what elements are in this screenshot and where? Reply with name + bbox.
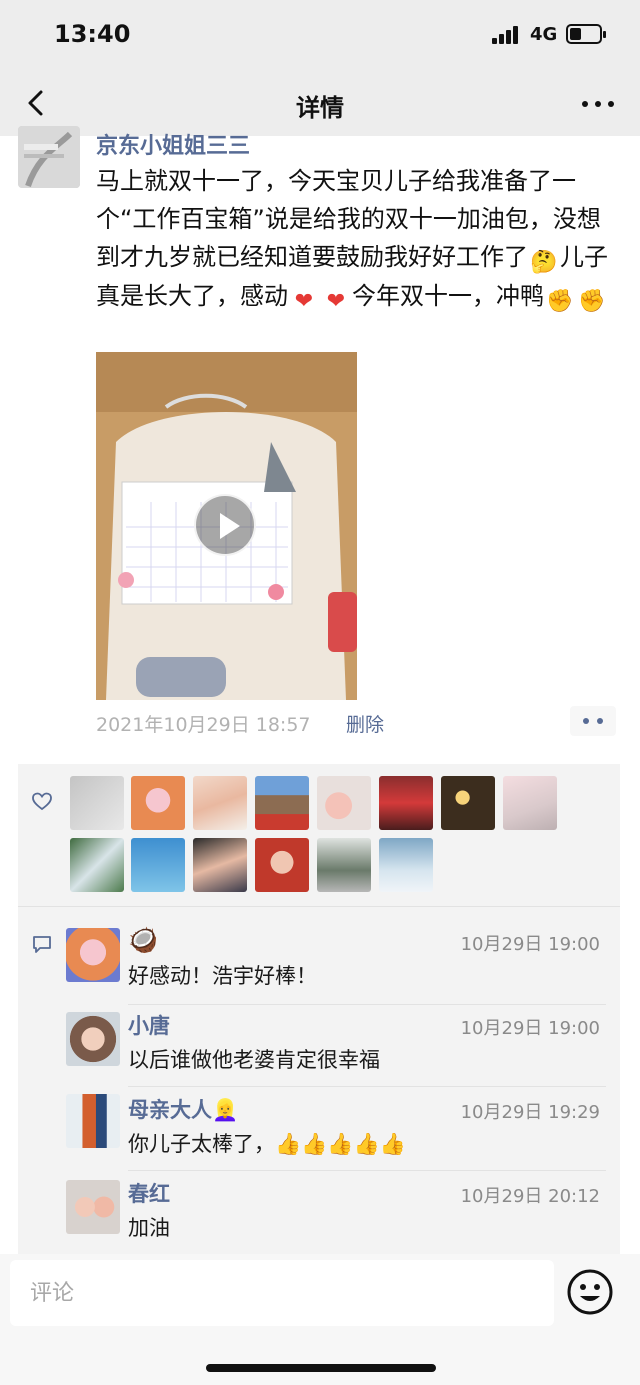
comment-time: 10月29日 19:29 <box>460 1102 600 1123</box>
commenter-avatar[interactable] <box>66 1180 120 1234</box>
delete-link[interactable]: 删除 <box>346 710 384 737</box>
fist-icon: ✊ <box>546 289 574 314</box>
more-icon[interactable] <box>578 92 618 116</box>
liker-avatar[interactable] <box>503 776 557 830</box>
commenter-avatar[interactable] <box>66 1094 120 1148</box>
comment-input[interactable] <box>10 1260 554 1326</box>
network-label: 4G <box>530 24 558 45</box>
post-time: 2021年10月29日 18:57 <box>96 714 311 736</box>
red-heart-icon: ❤ <box>326 289 346 314</box>
comment-time: 10月29日 19:00 <box>460 934 600 955</box>
status-bar: 13:40 4G <box>0 0 640 70</box>
post-action-button[interactable] <box>570 706 616 736</box>
commenter-name[interactable]: 春红 <box>128 1178 170 1208</box>
smiley-icon[interactable] <box>566 1268 614 1316</box>
comment-time: 10月29日 19:00 <box>460 1018 600 1039</box>
liker-avatar[interactable] <box>379 838 433 892</box>
battery-icon <box>566 24 606 44</box>
commenter-avatar[interactable] <box>66 928 120 982</box>
post-text-part1: 马上就双十一了，今天宝贝儿子给我准备了一个“工作百宝箱”说是给我的双十一加油包，… <box>96 167 601 271</box>
signal-icon <box>492 24 524 44</box>
liker-avatar[interactable] <box>255 776 309 830</box>
divider <box>128 1004 606 1005</box>
liker-avatar[interactable] <box>317 776 371 830</box>
commenter-name[interactable]: 小唐 <box>128 1010 170 1040</box>
liker-avatar[interactable] <box>379 776 433 830</box>
fist-icon: ✊ <box>578 289 606 314</box>
liker-avatar[interactable] <box>255 838 309 892</box>
home-indicator <box>206 1364 436 1372</box>
commenter-name[interactable]: 母亲大人👱‍♀️ <box>128 1094 238 1124</box>
liker-avatar[interactable] <box>131 838 185 892</box>
commenter-avatar[interactable] <box>66 1012 120 1066</box>
liker-avatar[interactable] <box>317 838 371 892</box>
liker-avatar[interactable] <box>193 776 247 830</box>
comment-text[interactable]: 好感动！浩宇好棒！ <box>128 960 317 990</box>
post-text: 马上就双十一了，今天宝贝儿子给我准备了一个“工作百宝箱”说是给我的双十一加油包，… <box>96 162 620 316</box>
liker-avatar[interactable] <box>441 776 495 830</box>
comment-text[interactable]: 你儿子太棒了，👍👍👍👍👍 <box>128 1128 406 1158</box>
post-text-part3: 今年双十一，冲鸭 <box>352 282 544 310</box>
author-avatar[interactable] <box>18 126 80 188</box>
divider <box>128 1170 606 1171</box>
heart-outline-icon <box>32 792 52 812</box>
comment-icon <box>32 934 52 954</box>
liker-avatar[interactable] <box>131 776 185 830</box>
liker-avatar[interactable] <box>70 776 124 830</box>
comment-text[interactable]: 加油 <box>128 1212 170 1242</box>
comment-time: 10月29日 20:12 <box>460 1186 600 1207</box>
page-title: 详情 <box>296 94 344 122</box>
liker-avatar[interactable] <box>70 838 124 892</box>
divider <box>128 1086 606 1087</box>
commenter-name[interactable]: 🥥 <box>128 926 158 954</box>
red-heart-icon: ❤ <box>294 289 314 314</box>
post-author[interactable]: 京东小姐姐三三 <box>96 128 250 160</box>
play-icon[interactable] <box>194 494 256 556</box>
divider <box>18 906 620 907</box>
thinking-face-icon: 🤔 <box>530 250 558 275</box>
comment-text[interactable]: 以后谁做他老婆肯定很幸福 <box>128 1044 380 1074</box>
nav-bar: 详情 <box>0 70 640 136</box>
status-time: 13:40 <box>54 20 131 48</box>
battery-fill <box>570 28 581 40</box>
liker-avatar[interactable] <box>193 838 247 892</box>
